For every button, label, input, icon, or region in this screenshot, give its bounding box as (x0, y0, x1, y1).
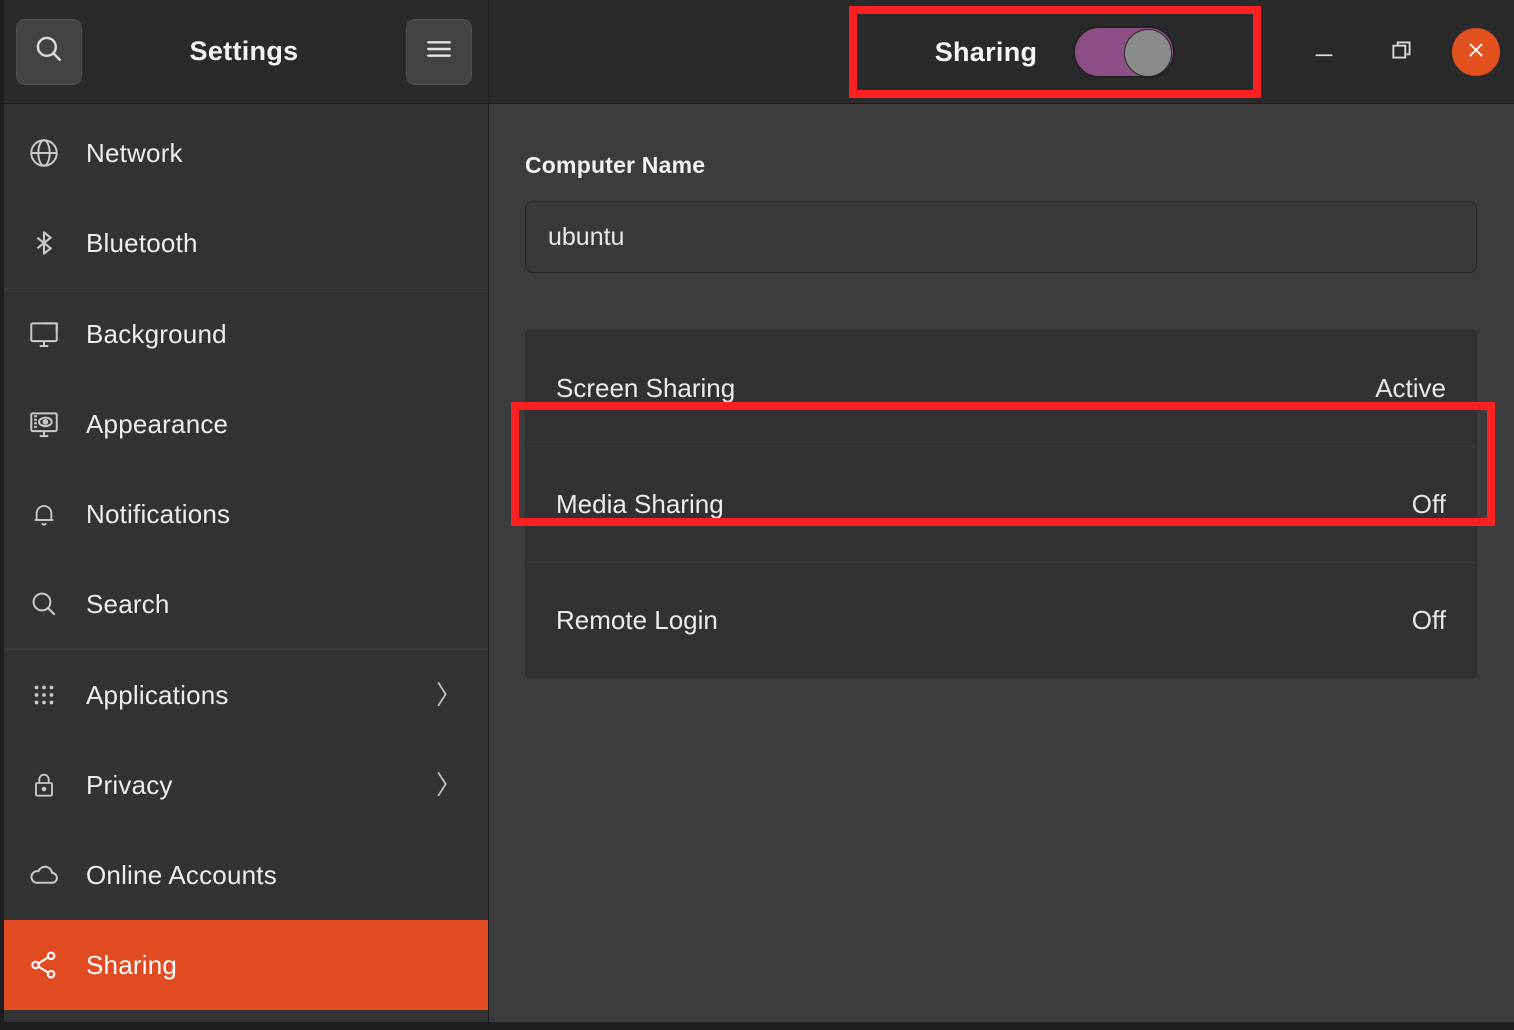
sidebar-item-label: Background (86, 319, 462, 350)
bell-icon (24, 494, 64, 534)
window-left-edge (0, 0, 4, 1030)
close-button[interactable] (1452, 28, 1500, 76)
sharing-master-toggle[interactable] (1073, 26, 1175, 78)
sidebar-item-applications[interactable]: Applications 〉 (0, 650, 488, 740)
sidebar-item-label: Search (86, 589, 462, 620)
sidebar-item-sharing[interactable]: Sharing (0, 920, 488, 1010)
row-label: Screen Sharing (556, 373, 735, 404)
panel-title-group: Sharing (849, 6, 1261, 98)
sidebar-item-label: Privacy (86, 770, 414, 801)
window-bottom-edge (0, 1022, 1514, 1030)
status-badge: Off (1412, 605, 1446, 636)
row-label: Remote Login (556, 605, 718, 636)
grid-apps-icon (24, 675, 64, 715)
cloud-icon (24, 855, 64, 895)
search-icon (24, 584, 64, 624)
app-title: Settings (82, 36, 406, 67)
page-title: Sharing (935, 37, 1038, 68)
status-badge: Active (1375, 373, 1446, 404)
toggle-knob (1124, 29, 1172, 77)
panel-header: Sharing (489, 0, 1514, 103)
chevron-right-icon: 〉 (436, 682, 462, 708)
share-nodes-icon (24, 945, 64, 985)
bluetooth-icon (24, 223, 64, 263)
computer-name-input[interactable] (525, 201, 1477, 273)
sidebar-item-label: Notifications (86, 499, 462, 530)
restore-icon (1389, 37, 1415, 68)
sidebar-item-notifications[interactable]: Notifications (0, 469, 488, 559)
window-controls (1296, 0, 1500, 104)
sidebar-item-label: Online Accounts (86, 860, 462, 891)
status-badge: Off (1412, 489, 1446, 520)
sidebar-item-search[interactable]: Search (0, 559, 488, 649)
sharing-options-list: Screen Sharing Active Media Sharing Off … (525, 329, 1477, 679)
minimize-button[interactable] (1296, 24, 1352, 80)
settings-window: Settings Sharing (0, 0, 1514, 1030)
sidebar-item-label: Applications (86, 680, 414, 711)
hamburger-menu-icon (423, 33, 455, 70)
sidebar: Network Bluetooth (0, 104, 489, 1030)
media-sharing-row[interactable]: Media Sharing Off (526, 446, 1476, 562)
sidebar-item-network[interactable]: Network (0, 108, 488, 198)
remote-login-row[interactable]: Remote Login Off (526, 562, 1476, 678)
sidebar-item-online-accounts[interactable]: Online Accounts (0, 830, 488, 920)
sidebar-header: Settings (0, 0, 489, 103)
close-icon (1465, 39, 1487, 66)
sidebar-item-label: Appearance (86, 409, 462, 440)
lock-icon (24, 765, 64, 805)
globe-icon (24, 133, 64, 173)
row-label: Media Sharing (556, 489, 724, 520)
screen-sharing-row[interactable]: Screen Sharing Active (526, 330, 1476, 446)
sidebar-item-bluetooth[interactable]: Bluetooth (0, 198, 488, 288)
search-button[interactable] (16, 19, 82, 85)
chevron-right-icon: 〉 (436, 772, 462, 798)
sidebar-item-privacy[interactable]: Privacy 〉 (0, 740, 488, 830)
monitor-icon (24, 314, 64, 354)
sidebar-item-background[interactable]: Background (0, 289, 488, 379)
computer-name-label: Computer Name (525, 152, 1476, 179)
sidebar-item-label: Network (86, 138, 462, 169)
menu-button[interactable] (406, 19, 472, 85)
window-body: Network Bluetooth (0, 104, 1514, 1030)
sidebar-item-appearance[interactable]: Appearance (0, 379, 488, 469)
sidebar-item-label: Sharing (86, 950, 462, 981)
search-icon (32, 32, 66, 71)
appearance-icon (24, 404, 64, 444)
main-content: Computer Name Screen Sharing Active Medi… (489, 104, 1514, 1030)
titlebar: Settings Sharing (0, 0, 1514, 104)
sidebar-item-label: Bluetooth (86, 228, 462, 259)
maximize-button[interactable] (1374, 24, 1430, 80)
